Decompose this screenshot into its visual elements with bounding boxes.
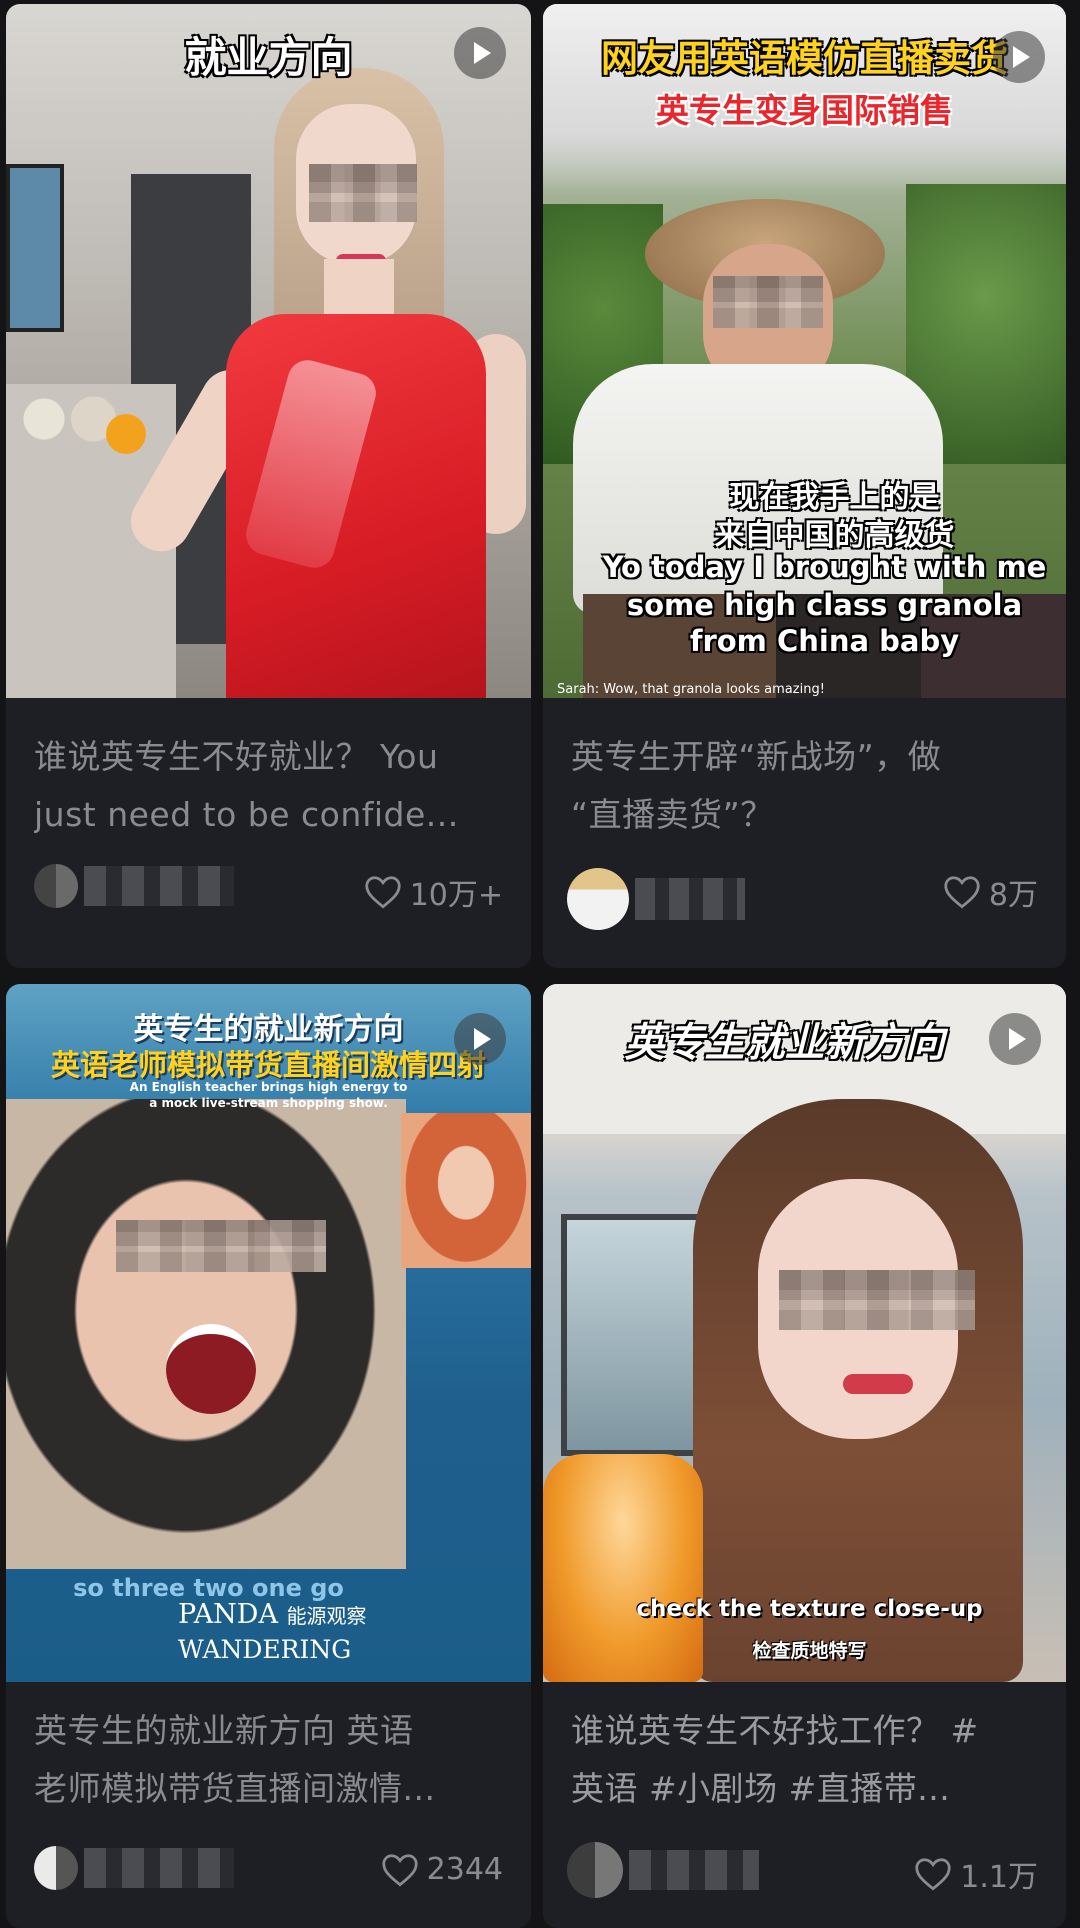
- like-count[interactable]: 1.1万: [914, 1852, 1038, 1896]
- subtitle-en-line1: Yo today I brought with me: [602, 550, 1047, 584]
- video-card-1[interactable]: 就业方向 谁说英专生不好就业？ You just need to be conf…: [6, 4, 531, 968]
- author[interactable]: [567, 868, 745, 930]
- author[interactable]: [34, 1846, 234, 1890]
- like-count-value: 2344: [426, 1852, 503, 1887]
- subtitle-en-line3: from China baby: [689, 624, 960, 658]
- logo-main: PANDA: [178, 1599, 278, 1630]
- video-title-line2[interactable]: 老师模拟带货直播间激情...: [34, 1760, 503, 1818]
- video-title-line2[interactable]: 英语 #小剧场 #直播带...: [571, 1760, 1038, 1818]
- author[interactable]: [567, 1842, 759, 1898]
- video-thumbnail[interactable]: 英专生就业新方向 check the texture close-up 检查质地…: [543, 984, 1066, 1682]
- author[interactable]: [34, 864, 234, 908]
- video-title-line1[interactable]: 谁说英专生不好就业？ You: [34, 728, 503, 786]
- overlay-caption: 英专生就业新方向: [624, 1020, 945, 1066]
- overlay-en-line1: An English teacher brings high energy to: [129, 1080, 408, 1094]
- overlay-title-line2: 英语老师模拟带货直播间激情四射: [50, 1048, 486, 1082]
- heart-icon: [944, 876, 980, 909]
- avatar[interactable]: [34, 864, 78, 908]
- video-title-line2[interactable]: “直播卖货”？: [571, 786, 1038, 844]
- video-card-4[interactable]: 英专生就业新方向 check the texture close-up 检查质地…: [543, 984, 1066, 1928]
- video-thumbnail[interactable]: 网友用英语模仿直播卖货 英专生变身国际销售 现在我手上的是 来自中国的高级货 Y…: [543, 4, 1066, 698]
- like-count[interactable]: 8万: [943, 870, 1038, 914]
- subtitle-en: check the texture close-up: [636, 1596, 983, 1622]
- play-icon[interactable]: [989, 1013, 1041, 1065]
- like-count-value: 10万+: [409, 878, 503, 913]
- avatar[interactable]: [567, 868, 629, 930]
- like-count[interactable]: 10万+: [364, 870, 503, 914]
- small-caption: Sarah: Wow, that granola looks amazing!: [557, 682, 825, 697]
- play-icon[interactable]: [454, 27, 506, 79]
- like-count-value: 1.1万: [960, 1860, 1038, 1895]
- overlay-title-line1: 网友用英语模仿直播卖货: [601, 37, 1008, 80]
- author-name-blurred: [629, 1850, 759, 1890]
- author-name-blurred: [635, 878, 745, 920]
- orange: [106, 414, 146, 454]
- blurred-face: [713, 276, 823, 328]
- subtitle-cn-line2: 来自中国的高级货: [714, 518, 955, 553]
- subtitle-cn: 检查质地特写: [752, 1640, 867, 1662]
- video-title-line1[interactable]: 英专生的就业新方向 英语: [34, 1702, 503, 1760]
- glass-items: [11, 384, 121, 454]
- video-title-line2[interactable]: just need to be confide...: [34, 786, 503, 844]
- logo-panda: PANDA 能源观察: [178, 1599, 367, 1630]
- like-count-value: 8万: [988, 878, 1038, 913]
- play-icon[interactable]: [993, 31, 1045, 83]
- open-mouth: [166, 1324, 256, 1414]
- video-card-3[interactable]: 英专生的就业新方向 英语老师模拟带货直播间激情四射 An English tea…: [6, 984, 531, 1928]
- avatar[interactable]: [34, 1846, 78, 1890]
- play-icon[interactable]: [454, 1013, 506, 1065]
- lips: [843, 1374, 913, 1394]
- video-card-2[interactable]: 网友用英语模仿直播卖货 英专生变身国际销售 现在我手上的是 来自中国的高级货 Y…: [543, 4, 1066, 968]
- logo-wandering: WANDERING: [178, 1635, 352, 1664]
- overlay-title-line2: 英专生变身国际销售: [656, 91, 953, 130]
- video-title-line1[interactable]: 英专生开辟“新战场”，做: [571, 728, 1038, 786]
- blurred-face: [779, 1270, 975, 1330]
- inset-video: [401, 1113, 531, 1268]
- subtitle-en-line2: some high class granola: [626, 588, 1023, 622]
- overlay-caption: 就业方向: [184, 33, 353, 82]
- bottom-subtitle: so three two one go: [73, 1574, 344, 1602]
- logo-cn: 能源观察: [286, 1604, 367, 1628]
- overlay-en-line2: a mock live-stream shopping show.: [149, 1096, 388, 1110]
- heart-icon: [382, 1853, 418, 1886]
- author-name-blurred: [84, 1848, 234, 1888]
- blurred-face: [309, 164, 417, 222]
- video-title-line1[interactable]: 谁说英专生不好找工作？ #: [571, 1702, 1038, 1760]
- video-thumbnail[interactable]: 英专生的就业新方向 英语老师模拟带货直播间激情四射 An English tea…: [6, 984, 531, 1682]
- heart-icon: [915, 1858, 951, 1891]
- video-thumbnail[interactable]: 就业方向: [6, 4, 531, 698]
- blurred-face: [116, 1220, 326, 1272]
- avatar[interactable]: [567, 1842, 623, 1898]
- author-name-blurred: [84, 866, 234, 906]
- heart-icon: [365, 876, 401, 909]
- like-count[interactable]: 2344: [381, 1852, 503, 1887]
- wall-frame: [6, 164, 64, 332]
